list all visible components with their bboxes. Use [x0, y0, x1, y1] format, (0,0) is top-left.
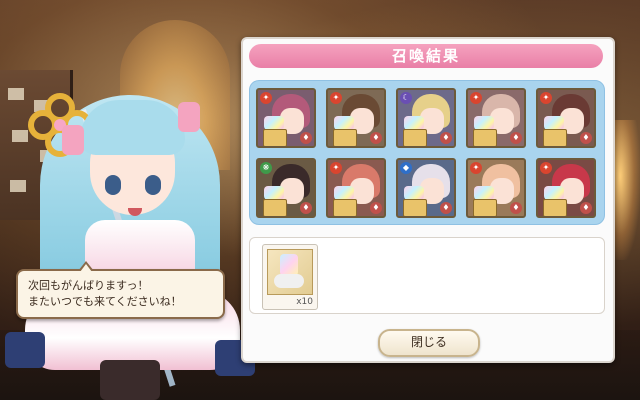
summon-card[interactable]: ✦ ♦ [326, 88, 386, 148]
character-illustration [0, 40, 255, 400]
summon-card[interactable]: ❋ ♦ [256, 158, 316, 218]
summon-card[interactable]: ✦ ♦ [466, 88, 526, 148]
hair-ribbon-right [178, 102, 200, 132]
card-type-icon: ♦ [510, 202, 522, 214]
close-button[interactable]: 閉じる [378, 329, 480, 357]
character-eye-right [145, 175, 161, 195]
summon-card[interactable]: ☾ ♦ [396, 88, 456, 148]
fire-element-icon: ✦ [330, 92, 342, 104]
treasure-chest-icon [262, 116, 287, 146]
treasure-chest-icon [472, 186, 497, 216]
card-grid: ✦ ♦ ✦ ♦ ☾ ♦ ✦ ♦ ✦ ♦ ❋ ♦ ✦ ♦ ◆ ♦ ✦ ♦ ✦ ♦ [249, 80, 605, 225]
crystal-bundle-icon [267, 249, 313, 295]
summon-card[interactable]: ✦ ♦ [326, 158, 386, 218]
hair-ribbon-left [62, 125, 84, 155]
speech-line-1: 次回もがんばりますっ！ [28, 279, 149, 292]
character-eye-left [105, 175, 121, 195]
speech-line-2: またいつでも来てくださいね！ [28, 295, 182, 308]
card-type-icon: ♦ [440, 202, 452, 214]
item-rewards: x10 [249, 237, 605, 314]
fire-element-icon: ✦ [470, 92, 482, 104]
treasure-chest-icon [332, 186, 357, 216]
blue-bow-left [5, 332, 45, 368]
moon-element-icon: ☾ [400, 92, 412, 104]
treasure-chest-icon [472, 116, 497, 146]
card-type-icon: ♦ [510, 132, 522, 144]
item-reward-card[interactable]: x10 [262, 244, 318, 310]
wind-element-icon: ❋ [260, 162, 272, 174]
summon-card[interactable]: ✦ ♦ [536, 88, 596, 148]
treasure-chest-icon [402, 186, 427, 216]
card-type-icon: ♦ [370, 132, 382, 144]
item-count: x10 [296, 297, 313, 307]
summon-card[interactable]: ✦ ♦ [256, 88, 316, 148]
card-type-icon: ♦ [300, 132, 312, 144]
dialog-title: 召喚結果 [249, 44, 603, 68]
card-type-icon: ♦ [440, 132, 452, 144]
summon-card[interactable]: ✦ ♦ [536, 158, 596, 218]
card-type-icon: ♦ [580, 202, 592, 214]
card-type-icon: ♦ [300, 202, 312, 214]
card-type-icon: ♦ [370, 202, 382, 214]
treasure-chest-icon [332, 116, 357, 146]
fire-element-icon: ✦ [540, 162, 552, 174]
fire-element-icon: ✦ [540, 92, 552, 104]
speech-bubble: 次回もがんばりますっ！ またいつでも来てくださいね！ [16, 261, 225, 319]
summon-card[interactable]: ◆ ♦ [396, 158, 456, 218]
character-legs [100, 360, 160, 400]
summon-card[interactable]: ✦ ♦ [466, 158, 526, 218]
water-element-icon: ◆ [400, 162, 412, 174]
treasure-chest-icon [262, 186, 287, 216]
fire-element-icon: ✦ [260, 92, 272, 104]
treasure-chest-icon [402, 116, 427, 146]
fire-element-icon: ✦ [470, 162, 482, 174]
summon-result-dialog: 召喚結果 ✦ ♦ ✦ ♦ ☾ ♦ ✦ ♦ ✦ ♦ ❋ ♦ ✦ ♦ ◆ ♦ ✦ ♦ ✦ ♦ x10 閉じる [241, 37, 615, 363]
card-type-icon: ♦ [580, 132, 592, 144]
treasure-chest-icon [542, 116, 567, 146]
fire-element-icon: ✦ [330, 162, 342, 174]
character-bangs [80, 100, 185, 155]
treasure-chest-icon [542, 186, 567, 216]
